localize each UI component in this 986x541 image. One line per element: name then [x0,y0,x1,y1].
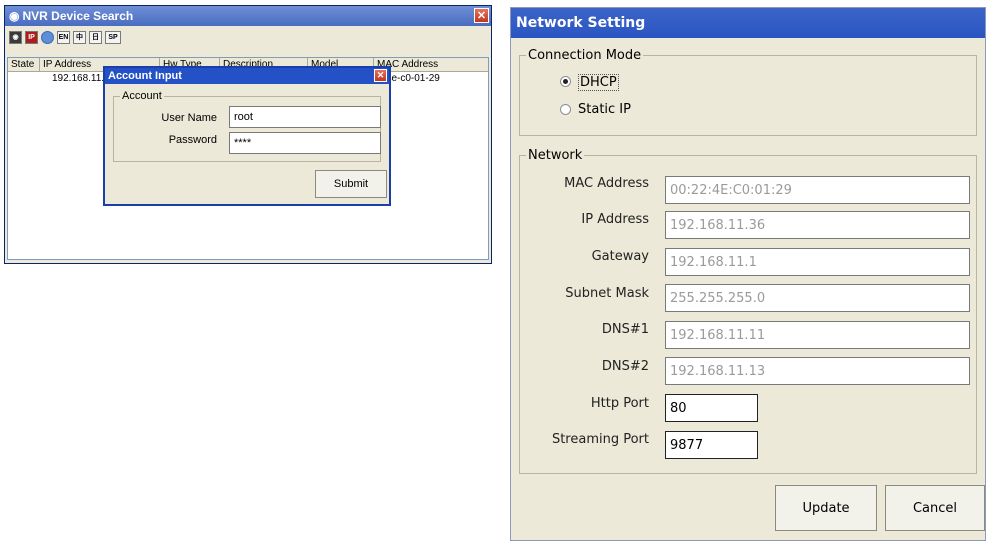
eye-icon: ◉ [9,9,20,23]
dns2-field[interactable]: 192.168.11.13 [665,357,970,385]
submit-button[interactable]: Submit [315,170,387,198]
language-sp-button[interactable]: SP [105,30,121,44]
network-legend: Network [528,148,583,163]
streaming-port-field[interactable]: 9877 [665,431,758,459]
mac-address-label: MAC Address [564,176,649,191]
password-label: Password [168,134,217,146]
account-group-label: Account [122,90,162,102]
ip-config-icon[interactable]: IP [25,30,38,44]
close-icon[interactable]: ✕ [474,8,489,23]
gateway-field[interactable]: 192.168.11.1 [665,248,970,276]
network-window-title: Network Setting [516,15,646,31]
account-titlebar[interactable]: Account Input ✕ [105,68,389,84]
update-button[interactable]: Update [775,485,877,531]
gateway-label: Gateway [591,249,649,264]
search-icon[interactable]: ◉ [9,30,22,44]
dns2-label: DNS#2 [601,359,649,374]
column-state[interactable]: State [8,58,40,71]
column-mac-address[interactable]: MAC Address [374,58,488,71]
network-titlebar[interactable]: Network Setting [511,8,985,38]
http-port-field[interactable]: 80 [665,394,758,422]
streaming-port-label: Streaming Port [551,432,649,447]
user-name-input[interactable]: root [229,106,381,128]
dns1-field[interactable]: 192.168.11.11 [665,321,970,349]
static-ip-radio[interactable] [560,104,571,115]
info-icon[interactable] [41,30,54,44]
password-input[interactable]: **** [229,132,381,154]
ip-address-label: IP Address [581,212,649,227]
connection-mode-legend: Connection Mode [528,48,642,63]
dhcp-label[interactable]: DHCP [578,74,619,91]
http-port-label: Http Port [590,396,649,411]
state-cell [8,72,40,85]
language-zh-button[interactable]: 中 [73,30,86,44]
dns1-label: DNS#1 [601,322,649,337]
nvr-window-title: NVR Device Search [22,9,134,23]
language-en-button[interactable]: EN [57,30,70,44]
mac-cell: 2-4e-c0-01-29 [377,73,440,84]
close-icon[interactable]: ✕ [374,69,387,82]
language-jp-button[interactable]: 日 [89,30,102,44]
subnet-mask-label: Subnet Mask [565,286,649,301]
account-dialog-title: Account Input [108,70,182,82]
static-ip-label[interactable]: Static IP [578,102,631,117]
subnet-mask-field[interactable]: 255.255.255.0 [665,284,970,312]
connection-mode-group: Connection Mode [519,48,977,136]
ip-address-field[interactable]: 192.168.11.36 [665,211,970,239]
user-name-label: User Name [161,112,217,124]
account-input-dialog: Account Input ✕ Account User Name root P… [103,66,391,206]
dhcp-radio[interactable] [560,76,571,87]
mac-address-field[interactable]: 00:22:4E:C0:01:29 [665,176,970,204]
network-setting-window: Network Setting Connection Mode DHCP Sta… [510,7,986,541]
cancel-button[interactable]: Cancel [885,485,985,531]
nvr-titlebar[interactable]: ◉ NVR Device Search ✕ [5,6,491,26]
nvr-toolbar: ◉ IP EN 中 日 SP [5,26,491,48]
